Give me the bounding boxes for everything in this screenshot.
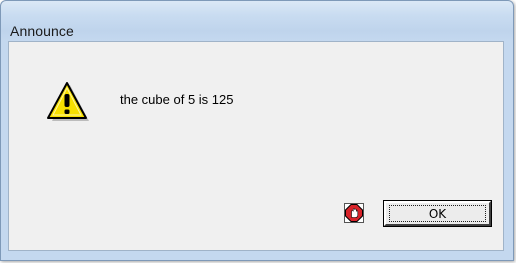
dialog-message: the cube of 5 is 125: [120, 92, 234, 107]
ok-button-label: OK: [389, 205, 486, 222]
announce-dialog-window: Announce the cube of 5 is 125 OK: [0, 0, 514, 261]
window-bottom-border: [1, 253, 515, 261]
window-title: Announce: [10, 23, 74, 39]
ok-button[interactable]: OK: [383, 200, 492, 227]
stop-hand-icon[interactable]: [344, 203, 364, 223]
warning-icon: [47, 82, 89, 121]
title-bar[interactable]: Announce: [1, 1, 513, 41]
dialog-client-area: the cube of 5 is 125 OK: [8, 41, 504, 251]
